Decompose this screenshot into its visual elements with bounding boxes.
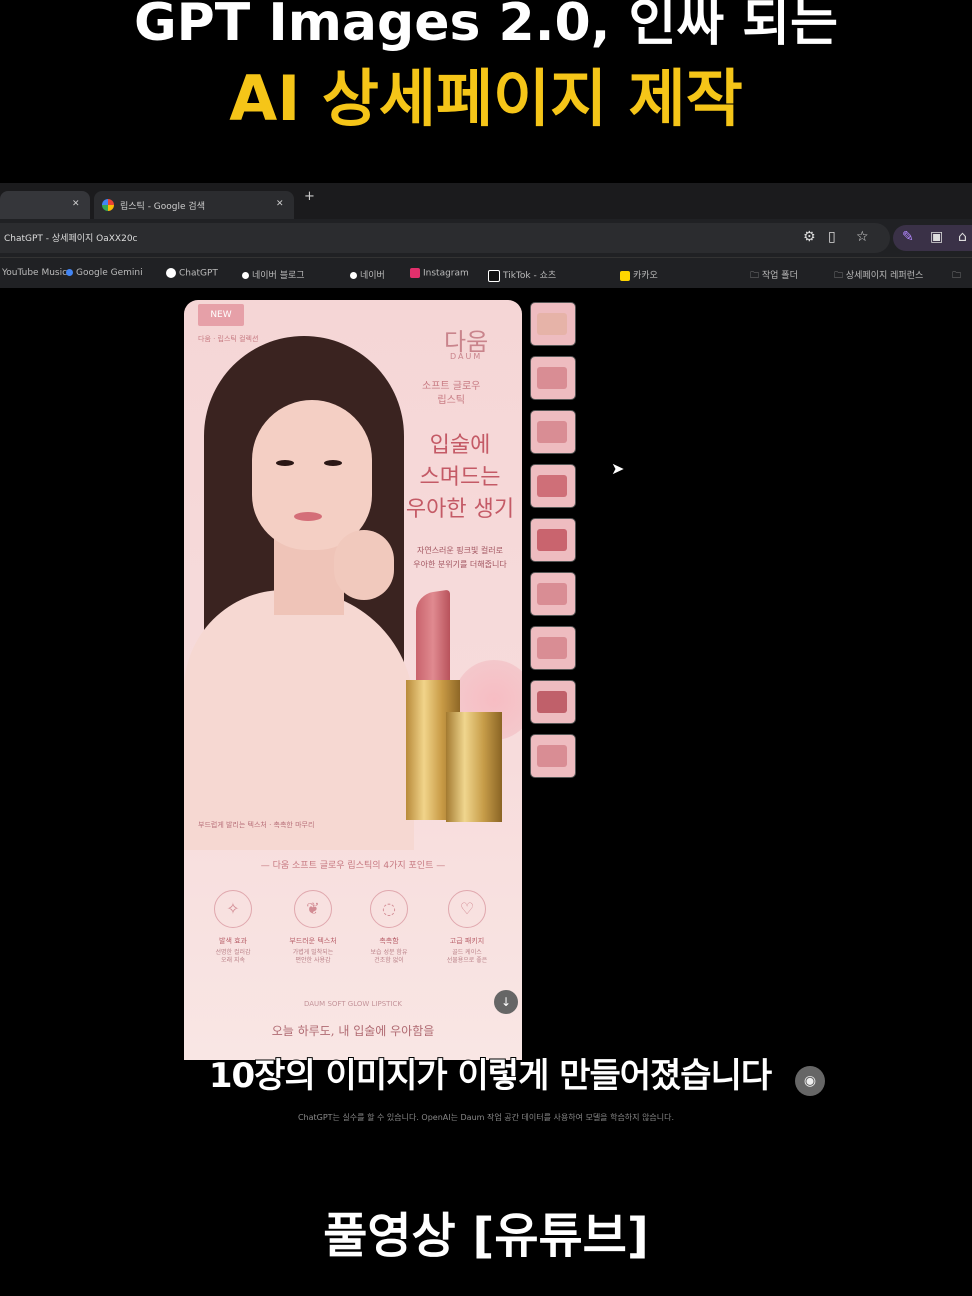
feature-title: 촉촉함 [379, 937, 399, 945]
tab-label: 립스틱 - Google 검색 [120, 202, 205, 212]
feature-item: ✧ 발색 효과 선명한 컬러감 오래 지속 [198, 890, 268, 965]
feature-title: 발색 효과 [219, 937, 247, 945]
tab-bar: ✕ 립스틱 - Google 검색 ✕ + [0, 183, 972, 219]
thumbnail-5[interactable] [530, 518, 576, 562]
bookmark-tiktok[interactable]: TikTok - 쇼츠 [488, 268, 556, 282]
extension-icon[interactable]: ✎ [902, 229, 914, 245]
cloud-icon [242, 272, 249, 279]
scroll-down-icon[interactable]: ↓ [494, 990, 518, 1014]
tab-close-icon[interactable]: ✕ [276, 199, 284, 209]
diamond-icon: ♡ [448, 890, 486, 928]
feature-desc: 골드 케이스 선물용으로 좋은 [446, 949, 488, 964]
bookmark-youtube-music[interactable]: YouTube Music [2, 268, 67, 278]
feature-title: 부드러운 텍스처 [289, 937, 337, 945]
bookmark-chatgpt[interactable]: ChatGPT [166, 268, 218, 279]
thumbnail-4[interactable] [530, 464, 576, 508]
thumbnail-2[interactable] [530, 356, 576, 400]
model-lips [294, 512, 322, 521]
disclaimer: ChatGPT는 실수를 할 수 있습니다. OpenAI는 Daum 작업 공… [297, 1113, 675, 1122]
thumbnail-6[interactable] [530, 572, 576, 616]
page-icon[interactable]: ▯ [828, 229, 836, 245]
headline: 입술에 스며드는 우아한 생기 [405, 433, 515, 522]
feature-desc: 가볍게 밀착되는 편안한 사용감 [292, 949, 334, 964]
mouse-cursor-icon: ➤ [611, 459, 625, 478]
bookmark-naver[interactable]: 네이버 [350, 268, 385, 281]
lipstick-bullet [416, 589, 450, 695]
thumbnail-9[interactable] [530, 734, 576, 778]
product-detail-image[interactable]: NEW 다움 · 립스틱 컬렉션 다움 DAUM 소프트 글로우 립스틱 입술에… [184, 300, 522, 1060]
feature-item: ❦ 부드러운 텍스처 가볍게 밀착되는 편안한 사용감 [278, 890, 348, 965]
caption-title-line1: GPT Images 2.0, 인싸 되는 [133, 0, 839, 54]
subcopy: 자연스러운 핑크빛 컬러로 우아한 분위기를 더해줍니다 [413, 546, 507, 569]
address-bar[interactable]: ChatGPT - 상세페이지 OaXX20c [0, 223, 890, 253]
model-eye-left [276, 460, 294, 466]
extensions-puzzle-icon[interactable]: ▣ [930, 229, 943, 245]
feature-title: 고급 패키지 [449, 937, 485, 945]
folder-icon: 🗀 [750, 271, 762, 281]
bottom-line: 오늘 하루도, 내 입술에 우아함을 [271, 1024, 435, 1038]
feature-desc: 보습 성분 함유 건조함 없이 [370, 949, 408, 964]
address-text[interactable]: ChatGPT - 상세페이지 OaXX20c [4, 231, 138, 244]
thumbnail-8[interactable] [530, 680, 576, 724]
image-caption: 부드럽게 발리는 텍스처 · 촉촉한 마무리 [198, 821, 315, 829]
thumbnail-7[interactable] [530, 626, 576, 670]
section-title: — 다움 소프트 글로우 립스틱의 4가지 포인트 — [260, 861, 446, 871]
tab-google-search[interactable]: 립스틱 - Google 검색 ✕ [94, 191, 294, 219]
bookmark-naver-blog[interactable]: 네이버 블로그 [242, 268, 305, 281]
folder-icon: 🗀 [834, 271, 846, 281]
thumbnail-3[interactable] [530, 410, 576, 454]
tiktok-icon [488, 269, 500, 282]
browser-chrome: ✕ 립스틱 - Google 검색 ✕ + ChatGPT - 상세페이지 Oa… [0, 183, 972, 288]
leaf-icon: ❦ [294, 890, 332, 928]
droplet-icon: ◌ [370, 890, 408, 928]
subtitle-badge-icon: ◉ [795, 1066, 825, 1096]
thumbnail-1[interactable] [530, 302, 576, 346]
lipstick-cap [446, 712, 502, 822]
gemini-icon [66, 269, 73, 276]
bookmark-kakao[interactable]: 카카오 [620, 268, 658, 281]
product-name: 소프트 글로우 립스틱 [422, 381, 481, 406]
new-badge: NEW [198, 304, 244, 326]
bookmark-instagram[interactable]: Instagram [410, 268, 469, 279]
model-face [252, 400, 372, 550]
new-tab-icon[interactable]: + [304, 189, 315, 204]
bookmark-gemini[interactable]: Google Gemini [66, 268, 143, 278]
sparkle-icon: ✧ [214, 890, 252, 928]
google-favicon-icon [102, 199, 114, 211]
video-subtitle: 10장의 이미지가 이렇게 만들어졌습니다 [208, 1055, 773, 1097]
brand-sub: DAUM [450, 352, 483, 361]
kakao-icon [620, 270, 630, 281]
feature-item: ◌ 촉촉함 보습 성분 함유 건조함 없이 [354, 890, 424, 965]
bookmark-folder-1[interactable]: 🗀 작업 폴더 [750, 268, 798, 284]
tab-previous[interactable]: ✕ [0, 191, 90, 219]
bookmark-star-icon[interactable]: ☆ [856, 229, 869, 245]
bookmark-folder-2[interactable]: 🗀 상세페이지 레퍼런스 [834, 268, 923, 284]
caption-title-line2: AI 상세페이지 제작 [228, 61, 744, 136]
cloud-icon [350, 272, 357, 279]
site-settings-icon[interactable]: ⚙ [803, 229, 816, 245]
corner-note: 다움 · 립스틱 컬렉션 [198, 335, 259, 343]
footnote: DAUM SOFT GLOW LIPSTICK [304, 1000, 402, 1008]
tab-close-icon[interactable]: ✕ [72, 199, 80, 209]
instagram-icon [410, 268, 420, 278]
bookmarks-bar: YouTube Music Google Gemini ChatGPT 네이버 … [0, 257, 972, 288]
footer-caption: 풀영상 [유튜브] [323, 1208, 649, 1264]
feature-desc: 선명한 컬러감 오래 지속 [215, 949, 251, 964]
profile-icon[interactable]: ⌂ [958, 229, 967, 245]
model-body [184, 590, 414, 850]
model-eye-right [324, 460, 342, 466]
chatgpt-icon [166, 268, 176, 278]
model-hand [334, 530, 394, 600]
feature-item: ♡ 고급 패키지 골드 케이스 선물용으로 좋은 [432, 890, 502, 965]
folder-icon[interactable]: 🗀 [952, 268, 961, 284]
